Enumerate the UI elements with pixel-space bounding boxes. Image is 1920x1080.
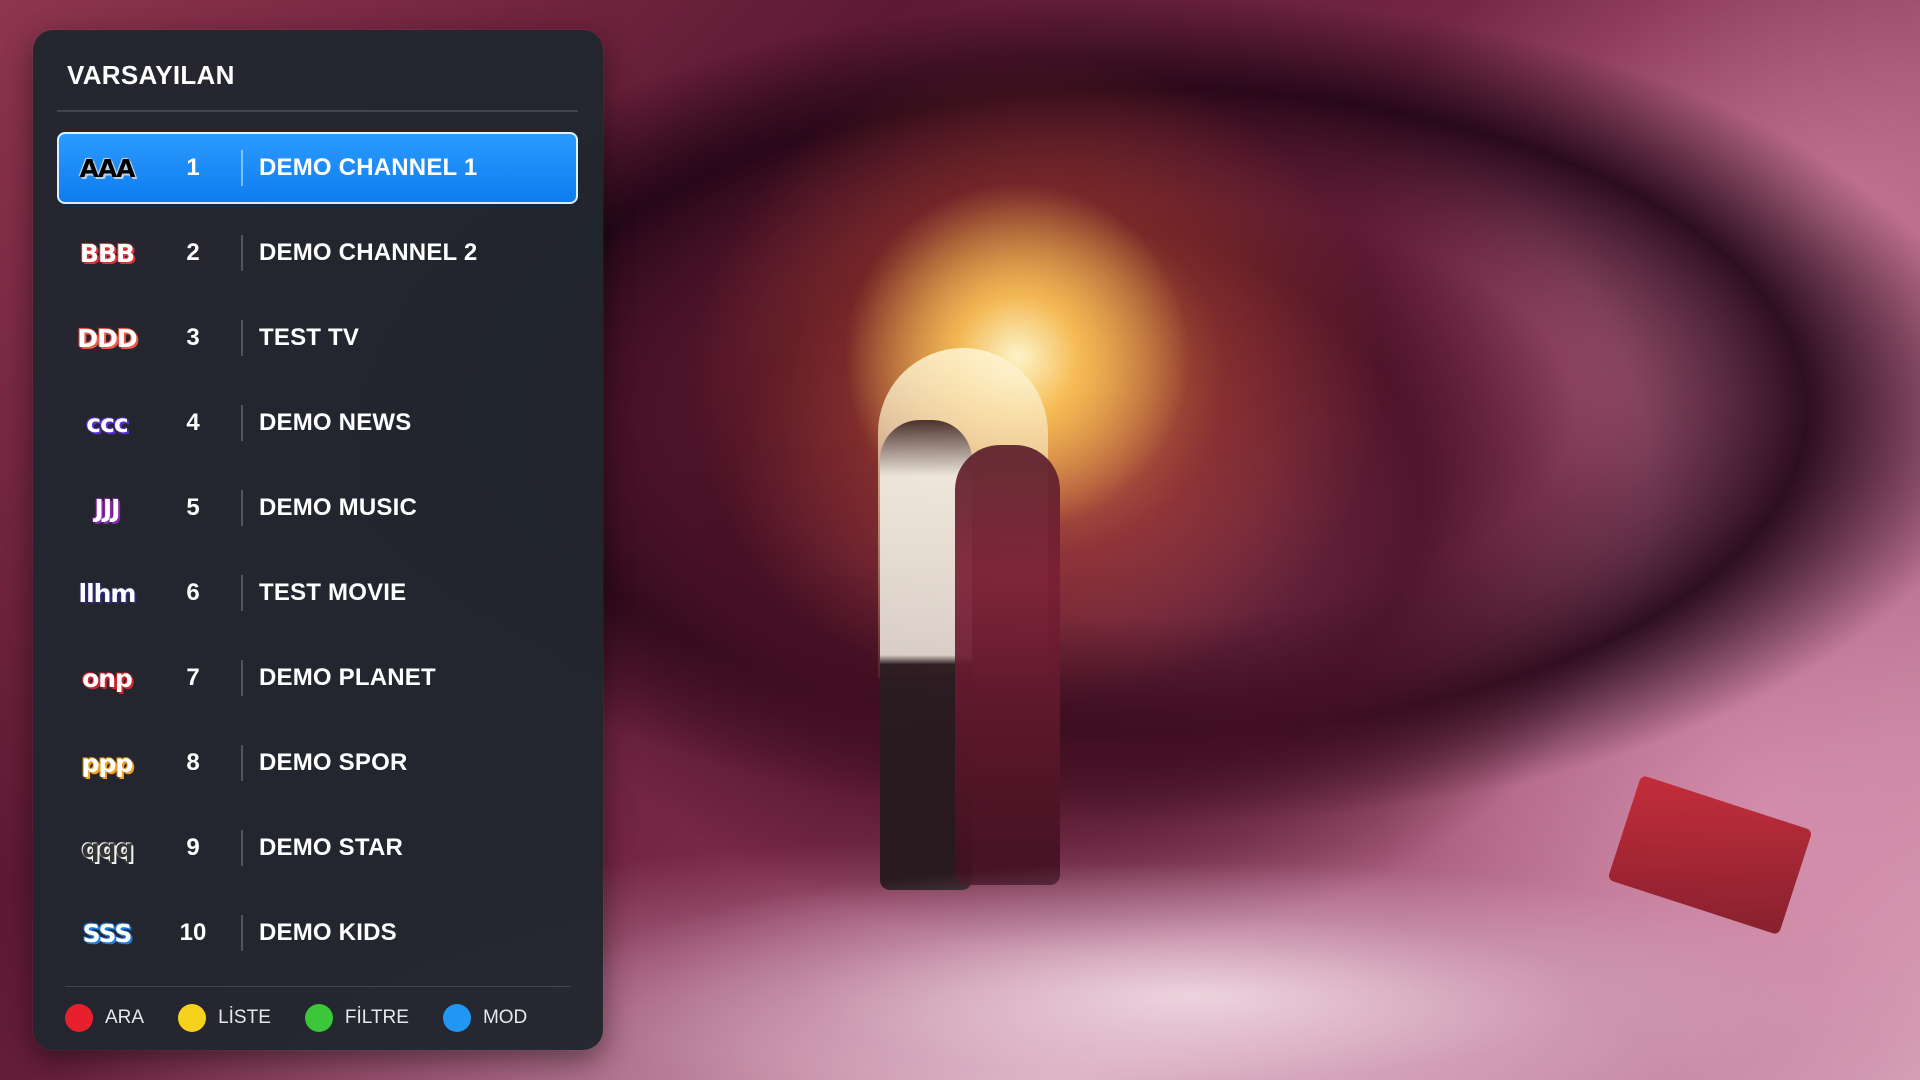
channel-number: 8 — [186, 749, 200, 776]
channel-row[interactable]: AAA 1 DEMO CHANNEL 1 — [57, 132, 578, 204]
channel-name: TEST TV — [259, 324, 360, 351]
color-button-icon — [178, 1004, 207, 1032]
channel-name: DEMO STAR — [259, 834, 404, 861]
channel-name: DEMO SPOR — [259, 749, 408, 776]
channel-row[interactable]: llhm 6 TEST MOVIE — [57, 557, 578, 629]
channel-name: DEMO KIDS — [259, 919, 397, 946]
color-button-icon — [304, 1004, 333, 1032]
channel-separator — [241, 830, 243, 866]
channel-number: 4 — [186, 409, 200, 436]
channel-logo: DDD — [77, 323, 137, 353]
channel-separator — [241, 575, 243, 611]
channel-list-panel: VARSAYILAN AAA 1 DEMO CHANNEL 1 BBB 2 DEMO CH… — [33, 30, 603, 1050]
channel-name: TEST MOVIE — [259, 579, 407, 606]
channel-list: AAA 1 DEMO CHANNEL 1 BBB 2 DEMO CHANNEL 2 DDD 3… — [57, 132, 578, 982]
channel-logo: JJJ — [94, 493, 121, 523]
channel-separator — [241, 150, 243, 186]
channel-row[interactable]: BBB 2 DEMO CHANNEL 2 — [57, 217, 578, 289]
legend-item-search[interactable]: ARA — [65, 1004, 144, 1032]
channel-name: DEMO CHANNEL 1 — [259, 154, 478, 181]
color-key-legend: ARA LİSTE FİLTRE MOD — [65, 1004, 561, 1032]
channel-separator — [241, 405, 243, 441]
channel-name: DEMO MUSIC — [259, 494, 417, 521]
channel-logo: SSS — [82, 918, 133, 948]
channel-logo: ccc — [86, 408, 128, 438]
channel-number: 2 — [186, 239, 200, 266]
channel-separator — [241, 660, 243, 696]
channel-logo: llhm — [78, 578, 137, 608]
legend-divider — [65, 986, 571, 987]
channel-row[interactable]: ccc 4 DEMO NEWS — [57, 387, 578, 459]
color-button-icon — [65, 1004, 93, 1032]
legend-item-list[interactable]: LİSTE — [178, 1004, 271, 1032]
channel-name: DEMO PLANET — [259, 664, 436, 691]
legend-label: LİSTE — [218, 1007, 271, 1028]
channel-separator — [241, 490, 243, 526]
legend-item-mode[interactable]: MOD — [442, 1004, 528, 1032]
channel-separator — [241, 320, 243, 356]
channel-row[interactable]: JJJ 5 DEMO MUSIC — [57, 472, 578, 544]
channel-number: 5 — [186, 494, 200, 521]
channel-number: 1 — [186, 154, 200, 181]
legend-label: ARA — [105, 1007, 145, 1028]
channel-number: 3 — [186, 324, 200, 351]
legend-label: FİLTRE — [344, 1007, 409, 1028]
channel-separator — [241, 915, 243, 951]
channel-row[interactable]: SSS 10 DEMO KIDS — [57, 897, 578, 969]
channel-number: 9 — [186, 834, 200, 861]
channel-row[interactable]: onp 7 DEMO PLANET — [57, 642, 578, 714]
channel-number: 7 — [186, 664, 200, 691]
channel-logo: qqq — [81, 833, 134, 863]
channel-logo: onp — [82, 663, 133, 693]
channel-name: DEMO NEWS — [259, 409, 412, 436]
channel-name: DEMO CHANNEL 2 — [259, 239, 478, 266]
panel-title: VARSAYILAN — [67, 60, 235, 90]
channel-row[interactable]: DDD 3 TEST TV — [57, 302, 578, 374]
channel-separator — [241, 235, 243, 271]
channel-logo: AAA — [79, 153, 135, 183]
channel-row[interactable]: qqq 9 DEMO STAR — [57, 812, 578, 884]
legend-item-filter[interactable]: FİLTRE — [304, 1004, 409, 1032]
channel-logo: ppp — [81, 748, 134, 778]
channel-row[interactable]: ppp 8 DEMO SPOR — [57, 727, 578, 799]
channel-separator — [241, 745, 243, 781]
channel-number: 6 — [186, 579, 200, 606]
channel-number: 10 — [179, 919, 207, 946]
channel-logo: BBB — [79, 238, 135, 268]
title-divider — [57, 110, 578, 112]
color-button-icon — [442, 1004, 471, 1032]
legend-label: MOD — [482, 1007, 528, 1028]
